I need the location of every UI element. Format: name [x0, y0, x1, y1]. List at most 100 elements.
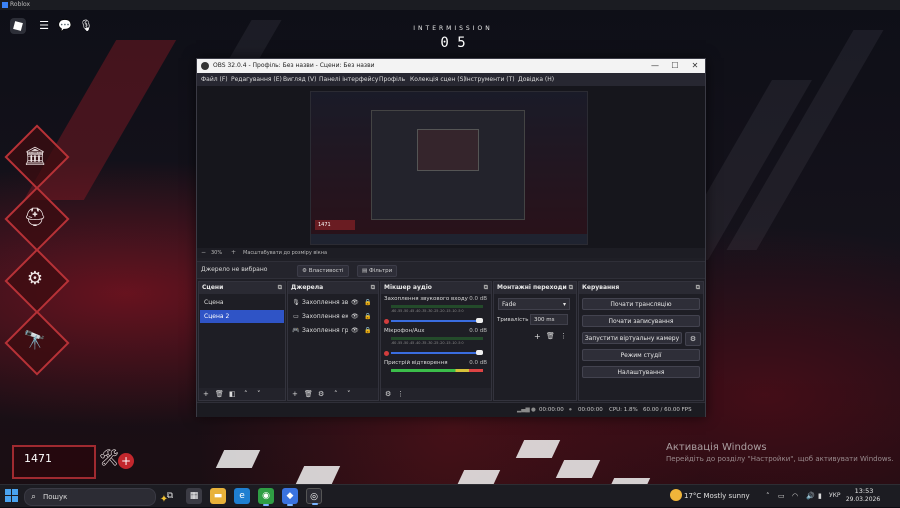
filter-icon[interactable]: ◧: [229, 388, 236, 400]
menu-docks[interactable]: Панелі інтерфейсу: [319, 73, 378, 86]
volume-slider[interactable]: [391, 320, 483, 322]
chrome-icon[interactable]: ◉: [258, 488, 274, 506]
roblox-menu-button[interactable]: [10, 18, 26, 34]
weather-text[interactable]: 17°C Mostly sunny: [684, 485, 750, 507]
preview-area[interactable]: 1471: [197, 86, 705, 248]
scene-item-selected[interactable]: Сцена 2: [200, 310, 284, 323]
roblox-window-title: Roblox: [10, 1, 31, 8]
chat-icon[interactable]: 💬: [58, 19, 72, 33]
move-up-icon[interactable]: ˄: [244, 388, 248, 400]
trash-icon[interactable]: 🗑: [215, 388, 224, 400]
move-up-icon[interactable]: ˄: [334, 388, 338, 400]
start-recording-button[interactable]: Почати записування: [582, 315, 700, 327]
move-down-icon[interactable]: ˅: [347, 388, 351, 400]
settings-button[interactable]: Налаштування: [582, 366, 700, 378]
gear-icon: ⚙: [26, 268, 44, 289]
edge-browser-icon[interactable]: e: [234, 488, 250, 504]
add-icon[interactable]: +: [534, 332, 541, 341]
tray-overflow-icon[interactable]: ˄: [766, 485, 770, 507]
duration-input[interactable]: 300 ms: [530, 314, 568, 325]
source-item[interactable]: 🎮 Захоплення гри 👁 🔒: [288, 324, 378, 337]
volume-slider-handle[interactable]: [476, 350, 483, 355]
maximize-icon[interactable]: ☐: [665, 59, 685, 73]
zoom-in-icon[interactable]: +: [231, 248, 236, 258]
start-virtual-camera-button[interactable]: Запустити віртуальну камеру: [582, 332, 682, 344]
transition-select[interactable]: Fade ▾: [498, 298, 570, 310]
eye-icon[interactable]: 👁: [351, 310, 359, 323]
add-icon[interactable]: +: [203, 388, 209, 400]
lock-icon[interactable]: 🔒: [364, 296, 371, 309]
filters-button[interactable]: ▤ Фільтри: [357, 265, 398, 277]
weather-sun-icon: [670, 489, 682, 501]
trash-icon[interactable]: 🗑: [304, 388, 313, 400]
undock-icon[interactable]: ⧉: [371, 282, 375, 294]
mute-icon[interactable]: [384, 319, 389, 324]
scene-item[interactable]: Сцена: [200, 296, 284, 309]
mixer-channel-db: 0.0 dB: [469, 296, 487, 302]
battery-icon[interactable]: ▮: [818, 485, 822, 507]
widgets-icon[interactable]: ▦: [186, 488, 202, 504]
volume-slider-handle[interactable]: [476, 318, 483, 323]
zoom-bar: − 30% + Масштабувати до розміру вікна: [197, 248, 705, 258]
lock-icon[interactable]: 🔒: [364, 310, 371, 323]
roblox-icon[interactable]: ◆: [282, 488, 298, 506]
eye-icon[interactable]: 👁: [351, 296, 359, 309]
eye-icon[interactable]: 👁: [351, 324, 359, 337]
zoom-mode[interactable]: Масштабувати до розміру вікна: [243, 248, 327, 258]
add-icon[interactable]: +: [292, 388, 298, 400]
microphone-icon[interactable]: 🎙: [79, 19, 93, 33]
mute-icon[interactable]: [384, 351, 389, 356]
more-icon[interactable]: ⋮: [397, 388, 404, 400]
hamburger-icon[interactable]: ☰: [37, 19, 51, 33]
source-item[interactable]: 🎙 Захоплення звукового 👁 🔒: [288, 296, 378, 309]
clock-time[interactable]: 13:53: [846, 487, 882, 495]
file-explorer-icon[interactable]: ▬: [210, 488, 226, 504]
undock-icon[interactable]: ⧉: [569, 282, 573, 294]
menu-scene-collection[interactable]: Колекція сцен (S): [410, 73, 466, 86]
menu-view[interactable]: Вигляд (V): [283, 73, 316, 86]
lock-icon[interactable]: 🔒: [364, 324, 371, 337]
taskbar-search[interactable]: ⌕ Пошук ✦: [24, 488, 168, 506]
close-icon[interactable]: ✕: [685, 59, 705, 73]
network-icon[interactable]: ▭: [778, 485, 785, 507]
score-value: 1471: [24, 452, 52, 465]
undock-icon[interactable]: ⧉: [696, 282, 700, 294]
menu-profile[interactable]: Профіль: [379, 73, 405, 86]
obs-taskbar-icon[interactable]: ◎: [306, 488, 322, 505]
preview-canvas[interactable]: 1471: [310, 91, 588, 245]
minimize-icon[interactable]: —: [645, 59, 665, 73]
language-indicator[interactable]: УКР: [829, 485, 841, 507]
source-name: Захоплення гри: [302, 327, 348, 334]
floor-tile: [215, 450, 261, 468]
volume-slider[interactable]: [391, 352, 483, 354]
windows-start-icon[interactable]: [5, 489, 19, 503]
undock-icon[interactable]: ⧉: [484, 282, 488, 294]
intermission-countdown: 0 5: [440, 35, 466, 51]
menu-edit[interactable]: Редагування (E): [231, 73, 282, 86]
duration-label: Тривалість: [497, 317, 529, 323]
menu-tools[interactable]: Інструменти (T): [465, 73, 515, 86]
gear-icon[interactable]: ⚙: [385, 388, 391, 400]
more-icon[interactable]: ⋮: [560, 332, 567, 340]
menu-file[interactable]: Файл (F): [201, 73, 228, 86]
sources-header: Джерела ⧉: [288, 282, 378, 294]
trash-icon[interactable]: 🗑: [546, 332, 555, 340]
zoom-out-icon[interactable]: −: [201, 248, 206, 258]
undock-icon[interactable]: ⧉: [278, 282, 282, 294]
gear-icon[interactable]: ⚙: [318, 388, 324, 400]
task-view-icon[interactable]: ⧉: [162, 488, 178, 504]
menu-help[interactable]: Довідка (H): [518, 73, 554, 86]
move-down-icon[interactable]: ˅: [257, 388, 261, 400]
scenes-title: Сцени: [202, 284, 224, 291]
studio-mode-button[interactable]: Режим студії: [582, 349, 700, 361]
volume-icon[interactable]: 🔊: [806, 485, 815, 507]
properties-button[interactable]: ⚙ Властивості: [297, 265, 349, 277]
stream-time: 00:00:00: [539, 407, 564, 413]
start-streaming-button[interactable]: Почати трансляцію: [582, 298, 700, 310]
source-item[interactable]: ▭ Захоплення екрана 👁 🔒: [288, 310, 378, 323]
virtual-camera-settings-icon[interactable]: ⚙: [685, 332, 701, 346]
wall-stripe: [228, 20, 282, 60]
wifi-icon[interactable]: ◠: [792, 485, 798, 507]
add-icon[interactable]: +: [118, 453, 134, 469]
clock-date[interactable]: 29.03.2026: [843, 496, 883, 503]
